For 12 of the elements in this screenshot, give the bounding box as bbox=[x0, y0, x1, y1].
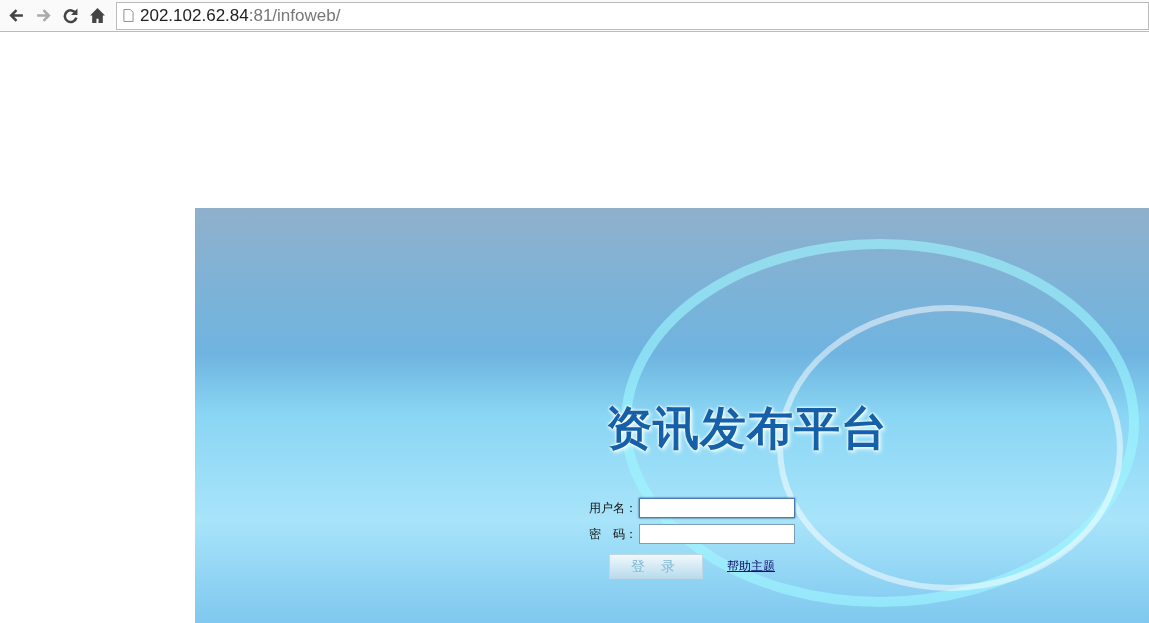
back-icon[interactable] bbox=[8, 7, 25, 24]
page-icon bbox=[123, 9, 134, 22]
address-bar[interactable]: 202.102.62.84:81/infoweb/ bbox=[116, 1, 1149, 30]
help-link[interactable]: 帮助主题 bbox=[727, 558, 775, 575]
username-field[interactable] bbox=[639, 498, 795, 518]
password-label: 密 码： bbox=[589, 525, 635, 543]
password-field[interactable] bbox=[639, 524, 795, 544]
reload-icon[interactable] bbox=[62, 7, 79, 24]
username-label: 用户名： bbox=[589, 499, 635, 517]
home-icon[interactable] bbox=[89, 7, 106, 24]
platform-title: 资讯发布平台 bbox=[606, 400, 888, 457]
url-text: 202.102.62.84:81/infoweb/ bbox=[140, 5, 341, 26]
